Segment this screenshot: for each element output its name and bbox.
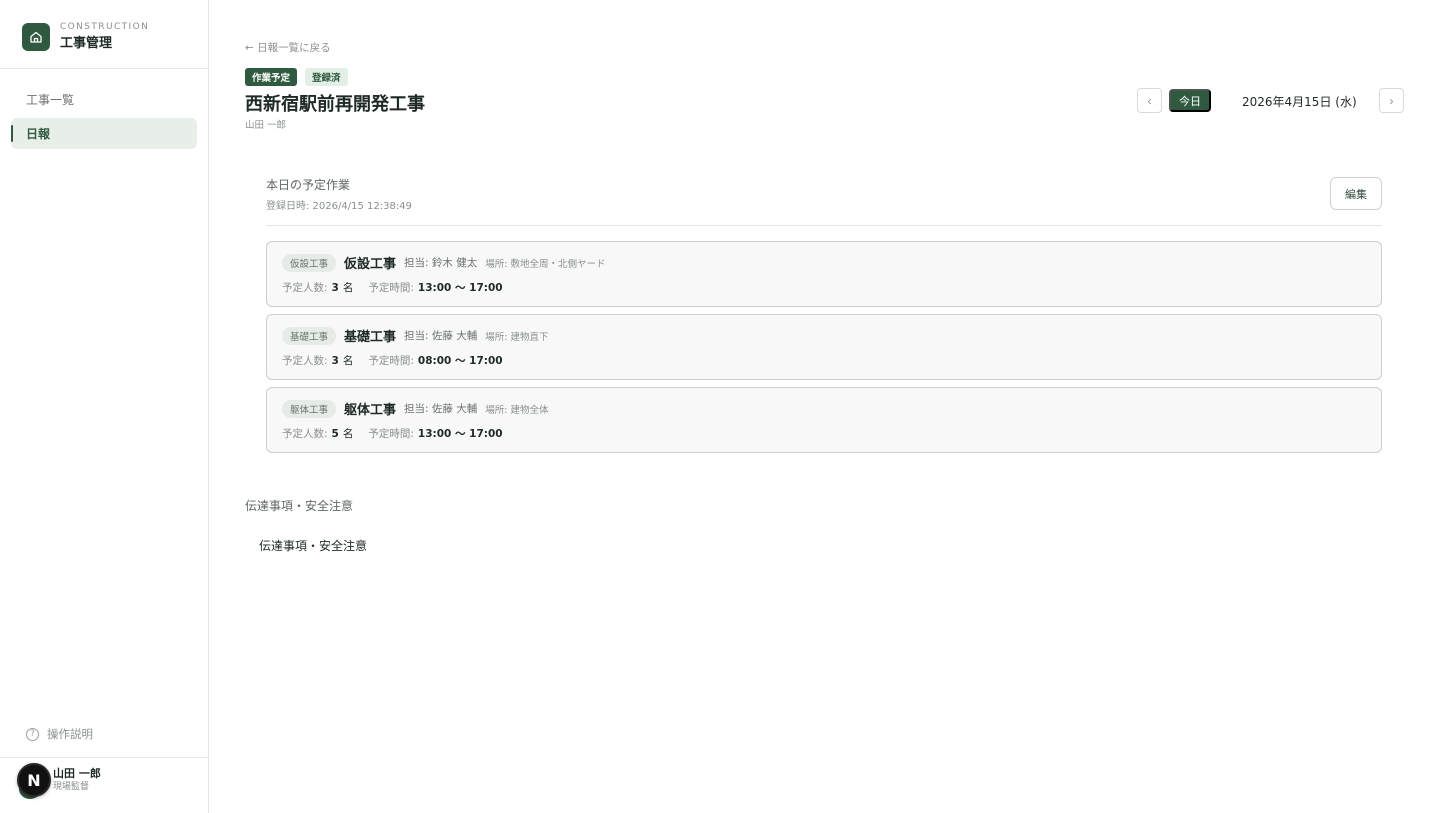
task-details: 予定人数: 3 名 予定時間: 08:00 〜 17:00 (282, 353, 503, 368)
today-button[interactable]: 今日 (1169, 89, 1211, 112)
people-label: 予定人数: (282, 428, 328, 440)
help-link[interactable]: ? 操作説明 (26, 726, 93, 742)
chevron-right-icon: › (1389, 93, 1394, 108)
time-label: 予定時間: (368, 428, 414, 440)
user-role: 現場監督 (53, 782, 90, 792)
people-count: 3 (331, 354, 339, 367)
task-category-badge: 躯体工事 (282, 399, 337, 418)
status-badge-planned: 作業予定 (245, 68, 298, 86)
registered-timestamp: 登録日時: 2026/4/15 12:38:49 (266, 201, 412, 212)
project-owner: 山田 一郎 (245, 120, 287, 131)
task-assignee: 担当: 佐藤 大輔 (404, 403, 478, 415)
status-tags: 作業予定 登録済 (245, 68, 348, 86)
task-category-badge: 基礎工事 (282, 326, 337, 345)
sidebar-divider (0, 757, 208, 758)
task-header: 基礎工事 基礎工事 担当: 佐藤 大輔 場所: 建物直下 (282, 326, 548, 345)
sidebar-item-projects[interactable]: 工事一覧 (11, 84, 197, 115)
home-icon (22, 23, 50, 51)
sidebar-divider (0, 68, 208, 69)
current-date: 2026年4月15日 (水) (1242, 95, 1357, 109)
brand-title: 工事管理 (60, 36, 113, 51)
time-range: 13:00 〜 17:00 (417, 428, 503, 440)
status-badge-registered: 登録済 (305, 68, 348, 86)
avatar-wrap: N (17, 763, 51, 799)
task-category-badge: 仮設工事 (282, 253, 337, 272)
next-day-button[interactable]: › (1379, 88, 1404, 113)
prev-day-button[interactable]: ‹ (1137, 88, 1162, 113)
avatar[interactable]: N (17, 763, 51, 797)
date-navigator: ‹ 今日 2026年4月15日 (水) › (1137, 88, 1404, 113)
sidebar-item-label: 日報 (26, 127, 51, 141)
brand-text: CONSTRUCTION 工事管理 (60, 22, 149, 52)
section-title: 本日の予定作業 (266, 178, 351, 192)
task-details: 予定人数: 5 名 予定時間: 13:00 〜 17:00 (282, 426, 503, 441)
people-count: 5 (331, 427, 339, 440)
people-unit: 名 (342, 282, 354, 294)
task-card[interactable]: 仮設工事 仮設工事 担当: 鈴木 健太 場所: 敷地全周・北側ヤード 予定人数:… (266, 241, 1382, 307)
sidebar-item-label: 工事一覧 (26, 93, 75, 107)
task-card[interactable]: 基礎工事 基礎工事 担当: 佐藤 大輔 場所: 建物直下 予定人数: 3 名 予… (266, 314, 1382, 380)
people-unit: 名 (342, 428, 354, 440)
brand-subtitle: CONSTRUCTION (60, 22, 150, 32)
task-assignee: 担当: 佐藤 大輔 (404, 330, 478, 342)
task-name: 躯体工事 (344, 403, 397, 418)
task-location: 場所: 建物全体 (485, 404, 549, 416)
sidebar-item-daily-report[interactable]: 日報 (11, 118, 197, 149)
help-label: 操作説明 (47, 727, 93, 741)
edit-button[interactable]: 編集 (1330, 177, 1382, 210)
section-header: 本日の予定作業 登録日時: 2026/4/15 12:38:49 編集 (266, 170, 1382, 226)
people-unit: 名 (342, 355, 354, 367)
page-title: 西新宿駅前再開発工事 (245, 94, 425, 115)
help-circle-icon: ? (26, 727, 39, 741)
time-range: 08:00 〜 17:00 (417, 355, 503, 367)
brand[interactable]: CONSTRUCTION 工事管理 (22, 22, 149, 52)
user-name: 山田 一郎 (53, 767, 101, 780)
time-label: 予定時間: (368, 282, 414, 294)
people-label: 予定人数: (282, 355, 328, 367)
back-to-list-link[interactable]: ← 日報一覧に戻る (245, 40, 331, 55)
task-details: 予定人数: 3 名 予定時間: 13:00 〜 17:00 (282, 280, 503, 295)
task-location: 場所: 建物直下 (485, 331, 549, 343)
people-count: 3 (331, 281, 339, 294)
planned-work-section: 本日の予定作業 登録日時: 2026/4/15 12:38:49 編集 仮設工事… (266, 170, 1382, 453)
task-location: 場所: 敷地全周・北側ヤード (485, 258, 606, 270)
time-range: 13:00 〜 17:00 (417, 282, 503, 294)
sidebar: CONSTRUCTION 工事管理 工事一覧 日報 ? 操作説明 N 山田 一郎… (0, 0, 209, 813)
task-assignee: 担当: 鈴木 健太 (404, 257, 478, 269)
user-profile[interactable]: N 山田 一郎 現場監督 (17, 763, 101, 799)
user-info: 山田 一郎 現場監督 (53, 767, 101, 793)
task-card[interactable]: 躯体工事 躯体工事 担当: 佐藤 大輔 場所: 建物全体 予定人数: 5 名 予… (266, 387, 1382, 453)
task-header: 仮設工事 仮設工事 担当: 鈴木 健太 場所: 敷地全周・北側ヤード (282, 253, 605, 272)
task-header: 躯体工事 躯体工事 担当: 佐藤 大輔 場所: 建物全体 (282, 399, 548, 418)
notes-heading: 伝達事項・安全注意 (245, 499, 354, 513)
people-label: 予定人数: (282, 282, 328, 294)
task-name: 基礎工事 (344, 330, 397, 345)
notes-body: 伝達事項・安全注意 (259, 539, 368, 553)
task-name: 仮設工事 (344, 257, 397, 272)
time-label: 予定時間: (368, 355, 414, 367)
chevron-left-icon: ‹ (1147, 93, 1152, 108)
